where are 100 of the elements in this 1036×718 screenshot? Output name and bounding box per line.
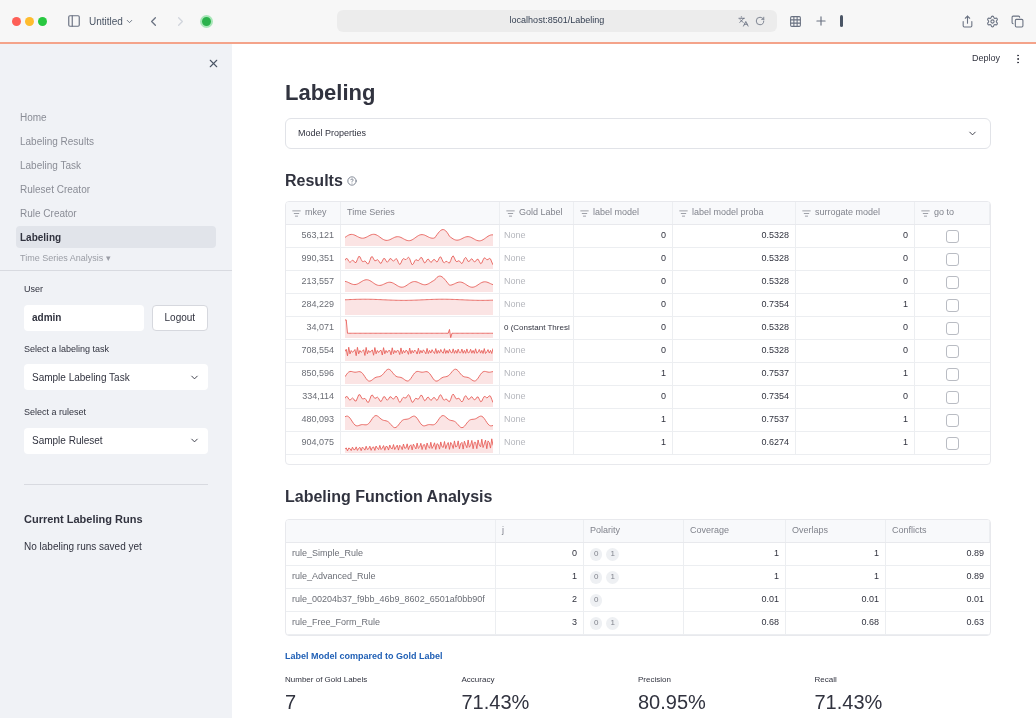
sidebar-nav-item[interactable]: Labeling Results [16, 130, 216, 152]
extension-icon[interactable] [199, 14, 213, 28]
model-properties-expander[interactable]: Model Properties [285, 118, 991, 149]
checkbox[interactable] [946, 229, 959, 243]
logout-button[interactable]: Logout [151, 304, 208, 331]
table-cell: None [500, 340, 574, 362]
settings-icon[interactable] [986, 14, 999, 28]
checkbox[interactable] [946, 390, 959, 404]
column-header[interactable]: Polarity [584, 520, 684, 542]
column-header[interactable]: label model [574, 202, 673, 224]
column-header[interactable]: Coverage [684, 520, 786, 542]
table-cell: 3 [496, 612, 584, 634]
table-cell: 990,351 [286, 248, 341, 270]
table-cell: 0.7354 [673, 294, 796, 316]
checkbox[interactable] [946, 298, 959, 312]
column-menu-icon[interactable] [506, 208, 515, 218]
table-cell: 0.5328 [673, 317, 796, 339]
extension-bar-icon[interactable] [839, 15, 843, 27]
column-menu-icon[interactable] [921, 208, 930, 218]
task-select[interactable]: Sample Labeling Task [24, 364, 208, 390]
column-menu-icon[interactable] [679, 208, 688, 218]
table-cell: None [500, 409, 574, 431]
tab-group-button[interactable]: Untitled [89, 13, 134, 29]
new-tab-icon[interactable] [813, 14, 828, 28]
table-cell: 0 [574, 225, 673, 247]
table-cell: 0.5328 [673, 271, 796, 293]
help-icon[interactable] [346, 176, 357, 186]
checkbox[interactable] [946, 321, 959, 335]
checkbox[interactable] [946, 252, 959, 266]
table-cell: None [500, 271, 574, 293]
reload-icon[interactable] [754, 16, 765, 26]
metric-label: Precision [638, 673, 672, 686]
column-header[interactable]: j [496, 520, 584, 542]
metric-value: 80.95% [638, 690, 707, 713]
table-cell: 1 [796, 363, 915, 385]
table-cell: 1 [684, 543, 786, 565]
checkbox[interactable] [946, 436, 959, 450]
table-cell: 0 (Constant Thresl [500, 317, 574, 339]
metric-label: Recall [814, 673, 838, 686]
column-header[interactable]: mkey [286, 202, 341, 224]
table-cell: 2 [496, 589, 584, 611]
table-cell: 0.01 [684, 589, 786, 611]
sidebar-nav-item[interactable]: Labeling Task [16, 154, 216, 176]
translate-icon[interactable] [737, 15, 749, 27]
table-cell: 0 [574, 248, 673, 270]
table-cell: 1 [796, 409, 915, 431]
table-cell: 0.7354 [673, 386, 796, 408]
table-cell: 1 [574, 432, 673, 454]
column-menu-icon[interactable] [580, 208, 589, 218]
column-header[interactable]: Conflicts [886, 520, 990, 542]
polarity-tag: 0 [590, 616, 603, 630]
table-cell: 0 [574, 386, 673, 408]
sidebar-toggle-icon[interactable] [67, 14, 81, 28]
table-cell: 1 [786, 566, 886, 588]
deploy-button[interactable]: Deploy [972, 52, 1000, 66]
table-cell: 1 [684, 566, 786, 588]
sidebar-nav-item[interactable]: Rule Creator [16, 202, 216, 224]
table-cell: 0 [796, 225, 915, 247]
user-input-field[interactable]: admin [24, 304, 144, 331]
table-cell: 0.7537 [673, 363, 796, 385]
section-heading: Labeling Function Analysis [285, 487, 494, 507]
column-header[interactable]: label model proba [673, 202, 796, 224]
column-menu-icon[interactable] [802, 208, 811, 218]
sidebar-nav-item[interactable]: Time Series Analysis ▾ [20, 250, 212, 266]
table-cell: 850,596 [286, 363, 341, 385]
checkbox[interactable] [946, 367, 959, 381]
sidebar-nav-item[interactable]: Labeling [16, 226, 216, 248]
metric-label: Number of Gold Labels [285, 673, 369, 686]
checkbox[interactable] [946, 413, 959, 427]
checkbox[interactable] [946, 275, 959, 289]
table-cell: 708,554 [286, 340, 341, 362]
ruleset-select[interactable]: Sample Ruleset [24, 427, 208, 454]
table-cell-text: 0.63 [965, 616, 985, 630]
table-cell: 1 [786, 543, 886, 565]
sidebar-nav-item[interactable]: Home [16, 106, 216, 128]
table-cell: None [500, 363, 574, 385]
share-icon[interactable] [961, 14, 974, 28]
column-header[interactable]: Overlaps [786, 520, 886, 542]
info-text: No labeling runs saved yet [24, 540, 143, 554]
grid-icon[interactable] [788, 14, 802, 28]
address-bar[interactable]: localhost:8501/Labeling [336, 10, 777, 32]
table-cell: 0.6274 [673, 432, 796, 454]
table-cell: 0 [574, 294, 673, 316]
tabs-overview-icon[interactable] [1011, 14, 1024, 28]
table-cell: 0.7537 [673, 409, 796, 431]
table-cell: 0.01 [786, 589, 886, 611]
checkbox[interactable] [946, 344, 959, 358]
comparison-link[interactable]: Label Model compared to Gold Label [285, 650, 991, 664]
table-cell: None [500, 294, 574, 316]
table-cell: 1 [796, 294, 915, 316]
field-label: Select a labeling task [24, 342, 111, 356]
column-header[interactable]: surrogate model [796, 202, 915, 224]
column-header[interactable]: Time Series [341, 202, 500, 224]
column-header[interactable]: go to [915, 202, 990, 224]
column-header[interactable]: Gold Label [500, 202, 574, 224]
metric-value: 71.43% [461, 690, 531, 713]
metric-label: Accuracy [461, 673, 496, 686]
table-cell: 1 [496, 566, 584, 588]
sidebar-nav-item[interactable]: Ruleset Creator [16, 178, 216, 200]
column-menu-icon[interactable] [292, 208, 301, 218]
